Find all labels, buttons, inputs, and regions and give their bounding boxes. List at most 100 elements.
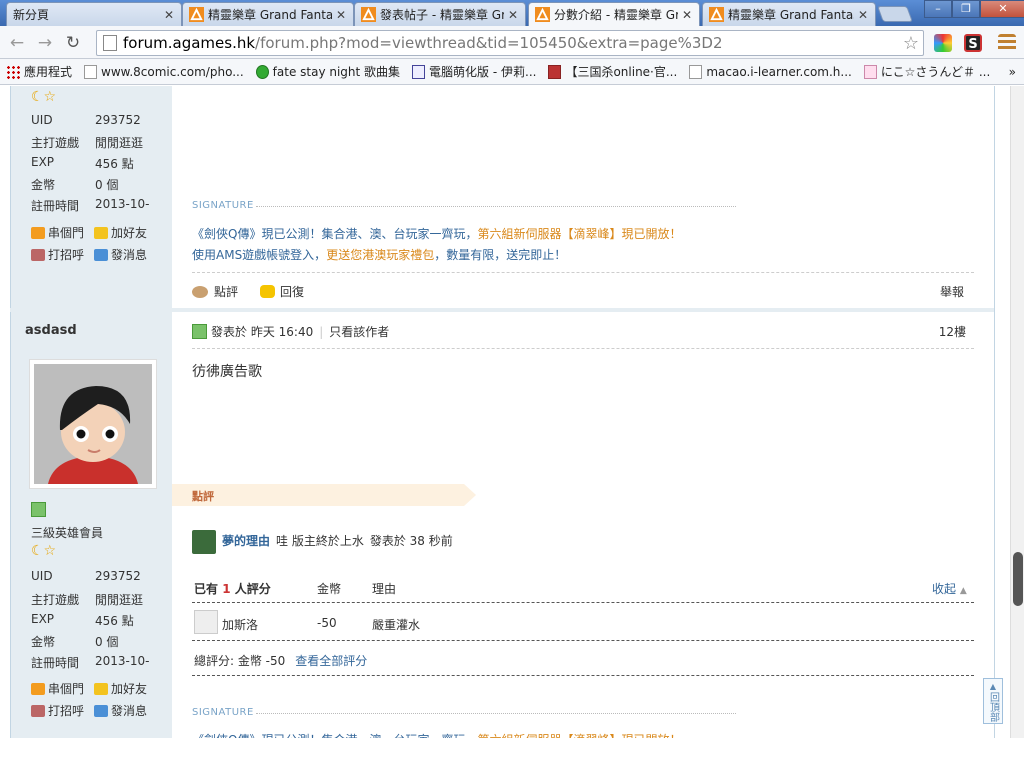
- stat-label: 金幣: [31, 178, 56, 192]
- rater-name[interactable]: 加斯洛: [222, 616, 258, 633]
- agames-logo-icon: [709, 7, 724, 22]
- stat-value: 2013-10-: [95, 197, 150, 211]
- scrollbar-thumb[interactable]: [1013, 552, 1023, 606]
- bookmark-macao-learner[interactable]: macao.i-learner.com.h...: [689, 64, 852, 79]
- avatar[interactable]: [29, 359, 157, 489]
- tab-grand-fantasia-1[interactable]: 精靈樂章 Grand Fantasia ✕: [182, 2, 354, 26]
- restore-button[interactable]: ❐: [952, 0, 980, 18]
- online-status-icon: [192, 324, 207, 339]
- close-icon[interactable]: ✕: [163, 8, 175, 22]
- close-icon[interactable]: ✕: [857, 8, 869, 22]
- bookmark-apps[interactable]: 應用程式: [0, 63, 72, 80]
- stat-register-time: 註冊時間 2013-10-: [31, 197, 149, 214]
- back-arrow-icon[interactable]: ←: [6, 32, 28, 54]
- add-friend-link[interactable]: 加好友: [94, 680, 147, 697]
- signature-line-1: 《劍俠Q傳》現已公測！集合港、澳、台玩家一齊玩，第六組新伺服器【滴翠峰】現已開放…: [192, 225, 681, 242]
- view-all-ratings-link[interactable]: 查看全部評分: [295, 652, 367, 669]
- extension-color-icon[interactable]: [934, 34, 952, 52]
- page-icon: [689, 64, 703, 79]
- bookmark-fate[interactable]: fate stay night 歌曲集: [255, 63, 401, 80]
- signature-divider: [256, 713, 736, 714]
- forum-page: ☾☆ UID 293752 主打遊戲 閒閒逛逛 EXP 456 點 金幣 0 個 註冊時…: [0, 86, 1010, 738]
- rank-stars-icon: ☾☆: [31, 89, 57, 105]
- send-message-link[interactable]: 發消息: [94, 246, 147, 263]
- tab-new-tab[interactable]: 新分頁 ✕: [6, 2, 182, 26]
- rate-button[interactable]: 點評: [192, 283, 238, 300]
- tab-title: 新分頁: [13, 8, 50, 22]
- action-label: 加好友: [111, 682, 148, 696]
- signature-highlight[interactable]: 更送您港澳玩家禮包: [326, 248, 434, 262]
- column-coin: 金幣: [317, 582, 342, 596]
- header-arrow: [464, 484, 476, 506]
- forward-arrow-icon[interactable]: →: [34, 32, 56, 54]
- signature-link[interactable]: 《劍俠Q傳》現已公測！集合港、澳、台玩家一齊玩，: [192, 227, 477, 241]
- reload-icon[interactable]: ↻: [62, 32, 84, 54]
- bookmark-sanguosha[interactable]: 【三国杀online·官...: [548, 63, 677, 80]
- bookmark-pc-moe[interactable]: 電腦萌化版 - 伊莉...: [412, 63, 536, 80]
- signature-line-1: 《劍俠Q傳》現已公測！集合港、澳、台玩家一齊玩，第六組新伺服器【滴翠峰】現已開放…: [192, 731, 681, 738]
- signature-highlight[interactable]: 第六組新伺服器【滴翠峰】現已開放！: [477, 227, 681, 241]
- more-bookmarks-button[interactable]: »: [1009, 65, 1016, 79]
- comment-section-header: 點評: [172, 484, 476, 506]
- signature-line-2: 使用AMS遊戲帳號登入，更送您港澳玩家禮包，數量有限，送完即止！: [192, 246, 566, 263]
- apps-grid-icon: [6, 64, 20, 79]
- report-button[interactable]: 舉報: [940, 283, 964, 300]
- rater-avatar[interactable]: [194, 610, 218, 634]
- stat-label: UID: [31, 113, 53, 127]
- poke-link[interactable]: 打招呼: [31, 702, 84, 719]
- bookmark-8comic[interactable]: www.8comic.com/pho...: [84, 64, 244, 79]
- browser-tab-strip: 新分頁 ✕ 精靈樂章 Grand Fantasia ✕ 發表帖子 - 精靈樂章 …: [0, 0, 1024, 26]
- bookmark-label: macao.i-learner.com.h...: [706, 64, 852, 79]
- signature-link[interactable]: ，數量有限，送完即止！: [434, 248, 566, 262]
- minimize-button[interactable]: –: [924, 0, 952, 18]
- bookmark-label: fate stay night 歌曲集: [272, 65, 401, 79]
- back-to-top-button[interactable]: ▲ 回頂部: [983, 678, 1003, 724]
- bookmark-label: 電腦萌化版 - 伊莉...: [429, 65, 537, 79]
- menu-icon[interactable]: [998, 34, 1016, 52]
- visit-home-link[interactable]: 串個門: [31, 680, 84, 697]
- bookmark-star-icon[interactable]: ☆: [903, 33, 919, 54]
- comment-text: 哇 版主終於上水: [276, 534, 364, 548]
- signature-link[interactable]: 使用AMS遊戲帳號登入，: [192, 248, 326, 262]
- page-scrollbar[interactable]: [1010, 86, 1024, 738]
- tab-score-intro[interactable]: 分數介紹 - 精靈樂章 Grand ✕: [528, 2, 700, 26]
- stat-value: 閒閒逛逛: [95, 136, 144, 150]
- tab-grand-fantasia-2[interactable]: 精靈樂章 Grand Fantasia ✕: [702, 2, 876, 26]
- comment-time: 發表於 38 秒前: [369, 534, 453, 548]
- visit-home-link[interactable]: 串個門: [31, 224, 84, 241]
- send-message-link[interactable]: 發消息: [94, 702, 147, 719]
- new-tab-button[interactable]: [877, 6, 913, 22]
- stat-coins: 金幣 0 個: [31, 176, 118, 193]
- rank-stars-icon: ☾☆: [31, 543, 57, 559]
- close-icon[interactable]: ✕: [507, 8, 519, 22]
- e-site-icon: [412, 64, 426, 79]
- close-icon[interactable]: ✕: [335, 8, 347, 22]
- add-friend-link[interactable]: 加好友: [94, 224, 147, 241]
- extension-s-icon[interactable]: S: [964, 34, 982, 52]
- bookmark-nico-sound[interactable]: にこ☆さうんど＃ ...: [863, 63, 990, 80]
- close-icon[interactable]: ✕: [681, 8, 693, 22]
- stat-label: 主打遊戲: [31, 593, 80, 607]
- commenter-avatar[interactable]: [192, 530, 216, 554]
- author-name[interactable]: asdasd: [25, 323, 77, 338]
- collapse-ratings-button[interactable]: 收起 ▲: [932, 580, 967, 597]
- music-icon: [255, 64, 269, 79]
- stat-value: 0 個: [95, 635, 119, 649]
- stat-uid: UID 293752: [31, 113, 141, 127]
- reply-button[interactable]: 回復: [260, 283, 304, 300]
- user-group-label[interactable]: 三級英雄會員: [31, 524, 103, 541]
- only-author-link[interactable]: 只看該作者: [329, 323, 389, 340]
- address-bar[interactable]: forum.agames.hk/forum.php?mod=viewthread…: [96, 30, 924, 56]
- commenter-name[interactable]: 夢的理由: [222, 532, 270, 549]
- poke-link[interactable]: 打招呼: [31, 246, 84, 263]
- divider: [192, 348, 974, 349]
- post-content: 彷彿廣告歌: [192, 364, 262, 380]
- stat-label: 金幣: [31, 635, 56, 649]
- action-label: 加好友: [111, 226, 148, 240]
- post-floor[interactable]: 12樓: [939, 323, 966, 340]
- report-label: 舉報: [940, 285, 965, 299]
- tab-post-thread[interactable]: 發表帖子 - 精靈樂章 Grand ✕: [354, 2, 526, 26]
- page-icon: [84, 64, 98, 79]
- close-window-button[interactable]: ✕: [980, 0, 1024, 18]
- action-label: 發消息: [111, 248, 148, 262]
